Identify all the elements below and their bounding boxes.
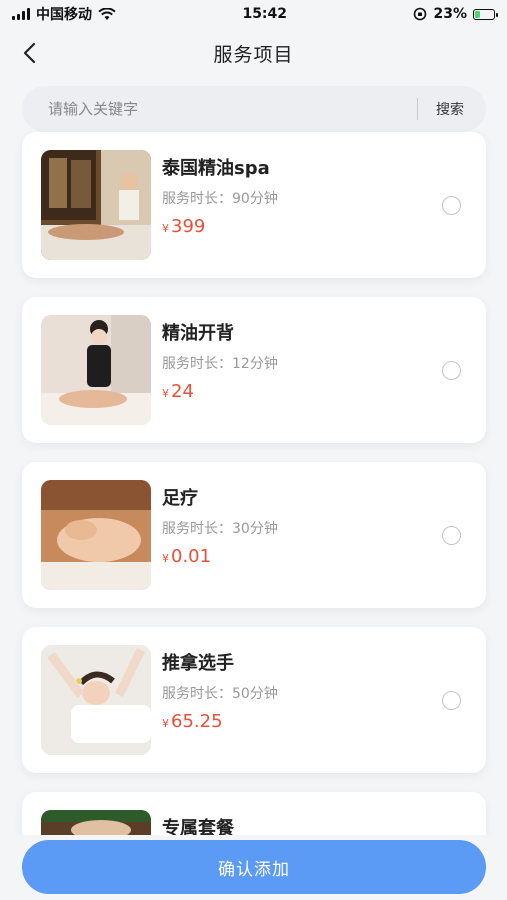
- service-duration: 服务时长：30分钟: [162, 521, 278, 537]
- service-card[interactable]: 泰国精油spa 服务时长：90分钟 ¥ 399: [22, 132, 486, 278]
- service-name: 精油开背: [162, 323, 234, 344]
- signal-icon: [12, 8, 30, 20]
- currency-symbol: ¥: [162, 552, 169, 565]
- page-title: 服务项目: [213, 43, 294, 66]
- service-duration: 服务时长：90分钟: [162, 191, 278, 207]
- battery-icon: [473, 8, 498, 20]
- service-name: 推拿选手: [162, 653, 234, 674]
- service-image-massage: [41, 645, 151, 755]
- search-bar: 搜索: [22, 86, 486, 132]
- price-value: 65.25: [171, 711, 223, 732]
- service-image-back: [41, 315, 151, 425]
- service-price: ¥ 0.01: [162, 546, 211, 567]
- service-price: ¥ 24: [162, 381, 194, 402]
- service-name: 足疗: [162, 488, 198, 509]
- search-button[interactable]: 搜索: [436, 99, 474, 119]
- select-radio[interactable]: [442, 691, 461, 710]
- select-radio[interactable]: [442, 526, 461, 545]
- battery-percent: 23%: [433, 6, 467, 22]
- nav-bar: 服务项目: [0, 28, 507, 78]
- service-image-spa: [41, 150, 151, 260]
- service-duration: 服务时长：12分钟: [162, 356, 278, 372]
- price-value: 24: [171, 381, 194, 402]
- confirm-add-button[interactable]: 确认添加: [22, 840, 486, 894]
- search-input[interactable]: [48, 100, 407, 118]
- service-price: ¥ 65.25: [162, 711, 223, 732]
- service-card[interactable]: 精油开背 服务时长：12分钟 ¥ 24: [22, 297, 486, 443]
- service-price: ¥ 399: [162, 216, 205, 237]
- orientation-lock-icon: [414, 7, 427, 21]
- status-right: 23%: [413, 6, 498, 22]
- carrier-label: 中国移动: [36, 7, 92, 23]
- select-radio[interactable]: [442, 196, 461, 215]
- currency-symbol: ¥: [162, 717, 169, 730]
- service-name: 泰国精油spa: [162, 158, 270, 179]
- price-value: 399: [171, 216, 206, 237]
- status-time: 15:42: [242, 6, 288, 22]
- service-card[interactable]: 推拿选手 服务时长：50分钟 ¥ 65.25: [22, 627, 486, 773]
- wifi-icon: [98, 7, 116, 20]
- service-duration: 服务时长：50分钟: [162, 686, 278, 702]
- select-radio[interactable]: [442, 361, 461, 380]
- currency-symbol: ¥: [162, 387, 169, 400]
- service-card[interactable]: 足疗 服务时长：30分钟 ¥ 0.01: [22, 462, 486, 608]
- back-icon[interactable]: [18, 42, 40, 64]
- currency-symbol: ¥: [162, 222, 169, 235]
- search-divider: [417, 98, 418, 120]
- price-value: 0.01: [171, 546, 212, 567]
- service-image-foot: [41, 480, 151, 590]
- status-left: 中国移动: [12, 4, 116, 24]
- status-bar: 中国移动 15:42 23%: [0, 0, 507, 28]
